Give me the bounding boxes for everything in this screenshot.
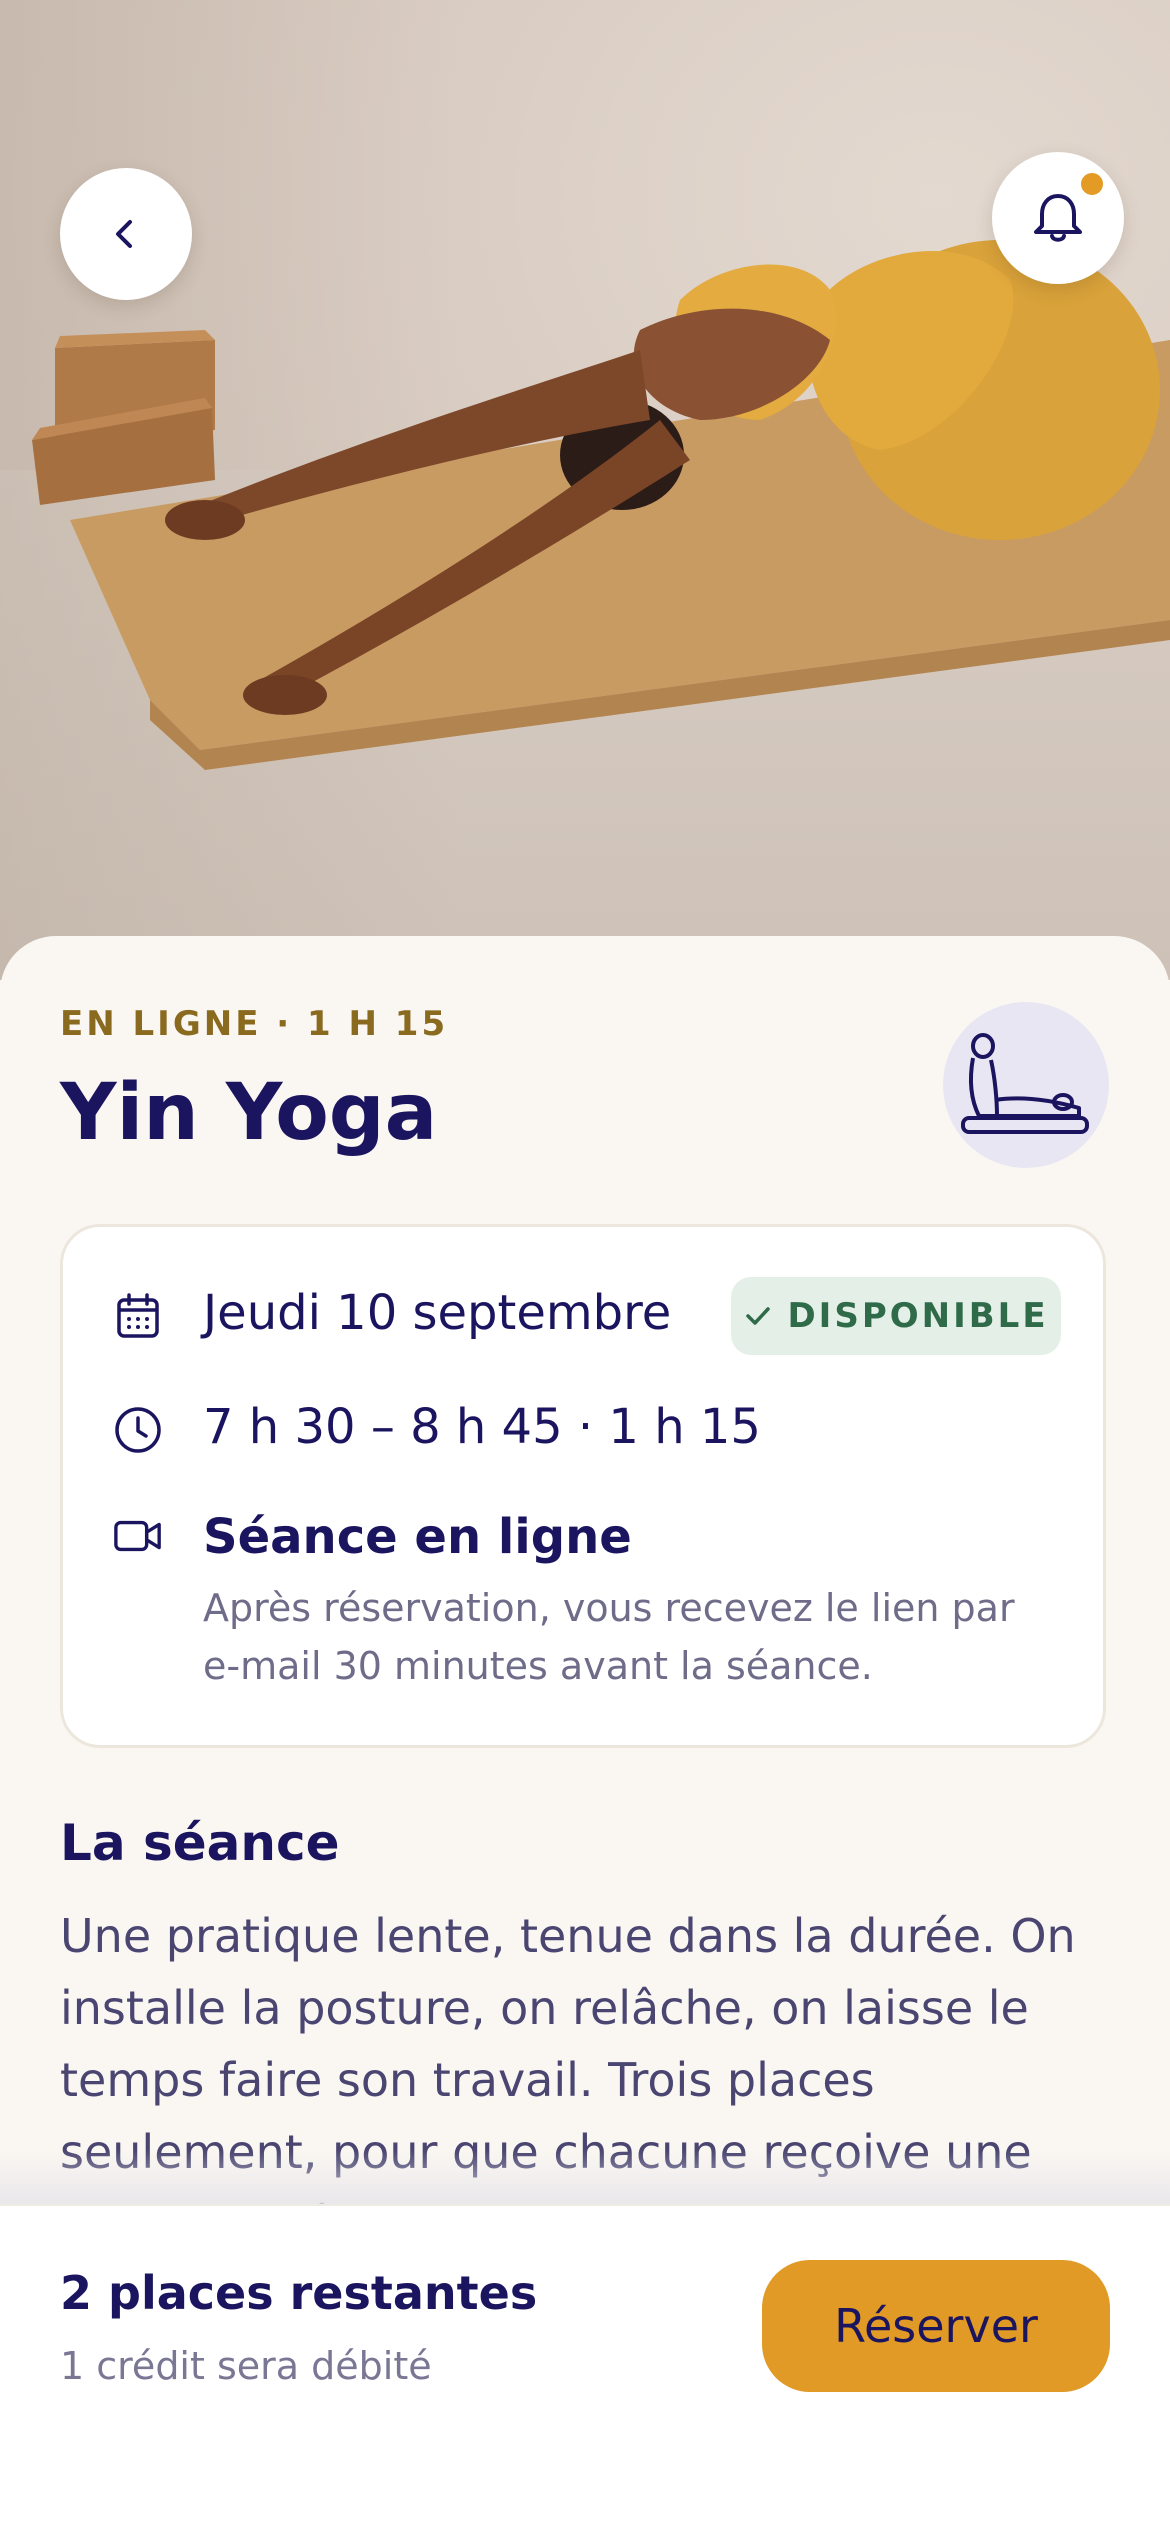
childs-pose-icon (961, 1033, 1089, 1134)
online-session-title: Séance en ligne (203, 1509, 632, 1565)
status-badge: DISPONIBLE (731, 1277, 1061, 1355)
status-label: DISPONIBLE (787, 1296, 1049, 1336)
section-title: La séance (60, 1814, 340, 1872)
yoga-photo-illustration (32, 240, 1170, 770)
scroll-fade (0, 2150, 1170, 2210)
session-meta: EN LIGNE · 1 H 15 (60, 1004, 449, 1044)
page-title: Yin Yoga (60, 1068, 438, 1158)
calendar-icon (113, 1291, 163, 1341)
pose-badge (943, 1002, 1109, 1168)
check-icon (746, 1307, 771, 1325)
notifications-button[interactable] (992, 152, 1124, 284)
bell-icon (1034, 194, 1082, 242)
online-session-description: Après réservation, vous recevez le lien … (203, 1586, 1015, 1688)
session-date: Jeudi 10 septembre (203, 1285, 672, 1341)
session-time: 7 h 30 – 8 h 45 · 1 h 15 (203, 1399, 761, 1455)
notification-dot (1078, 170, 1106, 198)
video-camera-icon (113, 1511, 163, 1561)
credit-notice: 1 crédit sera débité (60, 2344, 432, 2388)
session-details-card: Jeudi 10 septembre DISPONIBLE 7 h 30 – 8… (60, 1224, 1106, 1748)
chevron-left-icon (116, 220, 132, 248)
clock-icon (113, 1405, 163, 1455)
hero-image (0, 0, 1170, 980)
remaining-places: 2 places restantes (60, 2266, 538, 2320)
back-button[interactable] (60, 168, 192, 300)
reserve-button[interactable]: Réserver (762, 2260, 1110, 2392)
booking-bar: 2 places restantes 1 crédit sera débité … (0, 2204, 1170, 2534)
